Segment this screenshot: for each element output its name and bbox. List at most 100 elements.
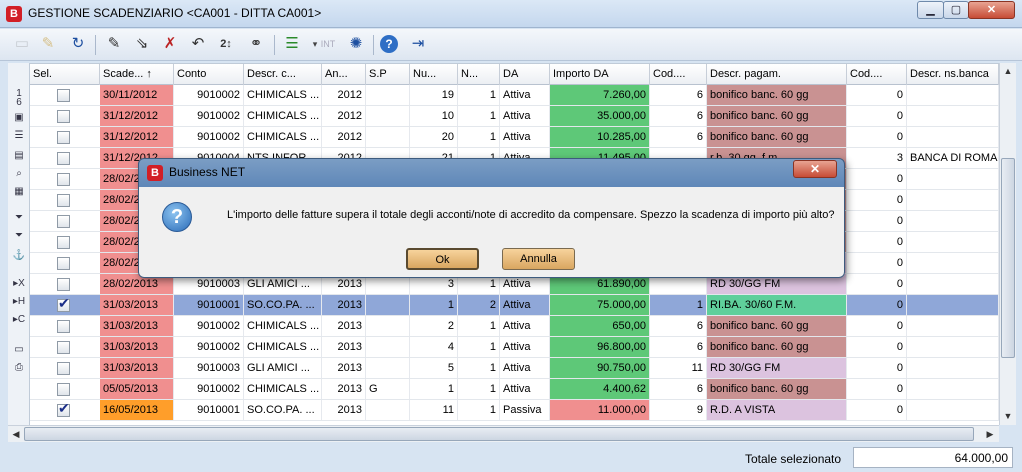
column-header-descr-conto[interactable]: Descr. c...	[244, 64, 322, 85]
scroll-left-icon[interactable]: ◀	[8, 426, 24, 442]
refresh-icon[interactable]: ↻	[66, 33, 90, 55]
row-select-checkbox[interactable]	[57, 173, 70, 186]
cell-numero: 10	[410, 106, 458, 126]
minimize-button[interactable]: ▁	[917, 1, 944, 19]
column-header-numero[interactable]: Nu...	[410, 64, 458, 85]
row-select-checkbox[interactable]	[57, 236, 70, 249]
deselect-icon[interactable]: ✗	[158, 33, 182, 55]
list-options-icon[interactable]: ☰	[280, 33, 304, 55]
cell-descr-banca	[907, 190, 999, 210]
left-action-strip: 1 6 ▣ ☰ ▤ ⌕ ▦ ⏷ ⏷ ⚓ ▸X ▸H ▸C ▭ ⎙	[8, 63, 30, 425]
column-hide-icon[interactable]: ▸X	[11, 277, 27, 291]
table-row[interactable]: 31/03/2013 9010002 CHIMICALS ... 2013 4 1 Atti…	[30, 337, 999, 358]
cell-da: Attiva	[500, 379, 550, 399]
cell-descr-conto: CHIMICALS ...	[244, 106, 322, 126]
scroll-right-icon[interactable]: ▶	[982, 426, 998, 442]
select-icon[interactable]: ✎	[102, 33, 126, 55]
vertical-scroll-thumb[interactable]	[1001, 158, 1015, 358]
filter-icon[interactable]: ⏷	[11, 211, 27, 225]
column-header-sp[interactable]: S.P	[366, 64, 410, 85]
table-row[interactable]: 31/03/2013 9010003 GLI AMICI ... 2013 5 1 Atti…	[30, 358, 999, 379]
row-select-checkbox[interactable]	[57, 152, 70, 165]
row-select-checkbox[interactable]	[57, 215, 70, 228]
cell-importo: 75.000,00	[550, 295, 650, 315]
globe-icon[interactable]: ✺	[344, 33, 368, 55]
table-row[interactable]: 16/05/20139010001SO.CO.PA. ...2013111Pas…	[30, 400, 999, 421]
help-icon[interactable]: ?	[380, 35, 398, 53]
sort-icon[interactable]: 2↕	[214, 33, 238, 55]
column-header-descr-banca[interactable]: Descr. ns.banca	[907, 64, 999, 85]
column-header-n[interactable]: N...	[458, 64, 500, 85]
binoculars-icon[interactable]: ⚭	[244, 33, 268, 55]
cell-cod-banca: 0	[847, 316, 907, 336]
zoom-icon[interactable]: ⌕	[11, 167, 27, 181]
table-row[interactable]: 31/12/2012 9010002 CHIMICALS ... 2012 10 1 Att…	[30, 106, 999, 127]
row-select-checkbox[interactable]	[57, 131, 70, 144]
column-header-sel[interactable]: Sel.	[30, 64, 100, 85]
row-select-checkbox[interactable]	[57, 320, 70, 333]
int-icon[interactable]: INT	[316, 33, 340, 55]
row-select-checkbox[interactable]	[57, 257, 70, 270]
row-select-checkbox[interactable]	[57, 400, 70, 417]
edit-icon[interactable]: ✎	[36, 33, 60, 55]
row-select-checkbox[interactable]	[57, 295, 70, 312]
column-header-anno[interactable]: An...	[322, 64, 366, 85]
close-button[interactable]: ✕	[968, 1, 1015, 19]
cell-n: 1	[458, 379, 500, 399]
column-fix-icon[interactable]: ▸H	[11, 295, 27, 309]
table-row[interactable]: 31/03/2013 9010002 CHIMICALS ... 2013 2 1 Atti…	[30, 316, 999, 337]
horizontal-scrollbar[interactable]: ◀ ▶	[8, 425, 999, 442]
scroll-down-icon[interactable]: ▼	[1000, 408, 1016, 424]
cell-descr-pagam: bonifico banc. 60 gg	[707, 379, 847, 399]
filter-clear-icon[interactable]: ⏷	[11, 229, 27, 243]
cell-anno: 2012	[322, 127, 366, 147]
column-header-da[interactable]: DA	[500, 64, 550, 85]
row-select-checkbox[interactable]	[57, 278, 70, 291]
table-row[interactable]: 31/12/2012 9010002 CHIMICALS ... 2012 20 1 Att…	[30, 127, 999, 148]
dialog-title: Business NET	[169, 165, 246, 179]
undo-icon[interactable]: ↶	[186, 33, 210, 55]
table-row[interactable]: 31/03/20139010001SO.CO.PA. ...201312Atti…	[30, 295, 999, 316]
monitor-icon[interactable]: ▭	[11, 343, 27, 357]
row-select-checkbox[interactable]	[57, 194, 70, 207]
row-select-checkbox[interactable]	[57, 110, 70, 123]
dialog-close-button[interactable]: ✕	[793, 160, 837, 178]
column-header-scadenza[interactable]: Scade... ↑	[100, 64, 174, 85]
table-row[interactable]: 30/11/2012 9010002 CHIMICALS ... 2012 19 1 Att…	[30, 85, 999, 106]
table-row[interactable]: 05/05/2013 9010002 CHIMICALS ... 2013 G 1 1 Att…	[30, 379, 999, 400]
cell-importo: 4.400,62	[550, 379, 650, 399]
horizontal-scroll-thumb[interactable]	[24, 427, 974, 441]
maximize-button[interactable]: ▢	[943, 1, 969, 19]
cell-conto: 9010002	[174, 127, 244, 147]
document-icon[interactable]: ▤	[11, 149, 27, 163]
detail-icon[interactable]: ▣	[11, 111, 27, 125]
column-header-cod-pag[interactable]: Cod....	[650, 64, 707, 85]
list-icon[interactable]: ☰	[11, 129, 27, 143]
new-icon[interactable]: ▭	[10, 33, 34, 55]
column-header-descr-pagam[interactable]: Descr. pagam.	[707, 64, 847, 85]
column-header-cod-banca[interactable]: Cod....	[847, 64, 907, 85]
vertical-scrollbar[interactable]: ▲ ▼	[999, 63, 1016, 425]
exit-icon[interactable]: ⇥	[406, 33, 430, 55]
column-header-conto[interactable]: Conto	[174, 64, 244, 85]
ok-button[interactable]: Ok	[406, 248, 479, 270]
cell-descr-pagam: bonifico banc. 60 gg	[707, 85, 847, 105]
row-select-checkbox[interactable]	[57, 383, 70, 396]
column-config-icon[interactable]: ▸C	[11, 313, 27, 327]
row-select-checkbox[interactable]	[57, 89, 70, 102]
app-icon: B	[6, 6, 22, 22]
cell-descr-conto: CHIMICALS ...	[244, 127, 322, 147]
column-header-importo[interactable]: Importo DA	[550, 64, 650, 85]
total-selected-label: Totale selezionato	[745, 452, 842, 466]
cancel-button[interactable]: Annulla	[502, 248, 575, 270]
print-icon[interactable]: ⎙	[11, 361, 27, 375]
cell-descr-banca	[907, 358, 999, 378]
cell-scadenza: 31/03/2013	[100, 316, 174, 336]
scroll-up-icon[interactable]: ▲	[1000, 63, 1016, 79]
anchor-icon[interactable]: ⚓	[11, 249, 27, 263]
cell-anno: 2013	[322, 400, 366, 420]
select-all-icon[interactable]: ⇘	[130, 33, 154, 55]
row-select-checkbox[interactable]	[57, 362, 70, 375]
row-select-checkbox[interactable]	[57, 341, 70, 354]
grid-icon[interactable]: ▦	[11, 185, 27, 199]
